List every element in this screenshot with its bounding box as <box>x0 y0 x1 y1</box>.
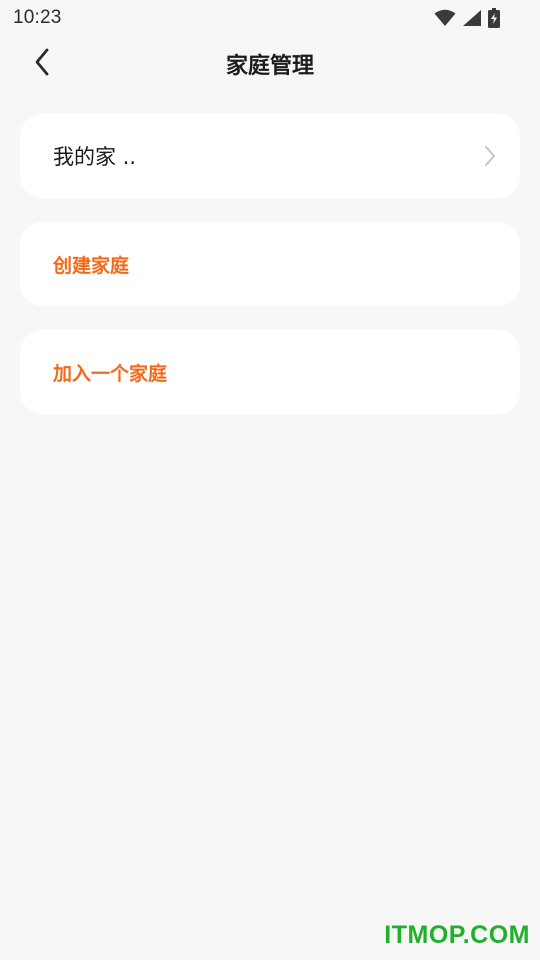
watermark: ITMOP.COM <box>384 921 530 949</box>
battery-charging-icon <box>488 8 500 28</box>
join-home-button[interactable]: 加入一个家庭 <box>20 330 520 414</box>
home-name: 我的家 .. <box>53 145 137 169</box>
signal-icon <box>462 9 482 27</box>
chevron-left-icon <box>34 48 50 80</box>
header: 家庭管理 <box>0 36 540 92</box>
status-bar: 10:23 <box>0 0 540 36</box>
back-button[interactable] <box>24 44 60 84</box>
status-icons <box>434 8 500 28</box>
chevron-right-icon <box>484 145 496 167</box>
create-home-label: 创建家庭 <box>53 254 130 277</box>
home-management-screen: 10:23 家庭管理 我的家 .. 创建家庭 加入一个家庭 ITMOP.COM <box>0 0 540 960</box>
status-time: 10:23 <box>13 7 62 28</box>
join-home-label: 加入一个家庭 <box>53 362 168 385</box>
page-title: 家庭管理 <box>225 54 314 79</box>
wifi-icon <box>434 9 456 27</box>
home-item-my-home[interactable]: 我的家 .. <box>20 114 520 198</box>
create-home-button[interactable]: 创建家庭 <box>20 222 520 306</box>
